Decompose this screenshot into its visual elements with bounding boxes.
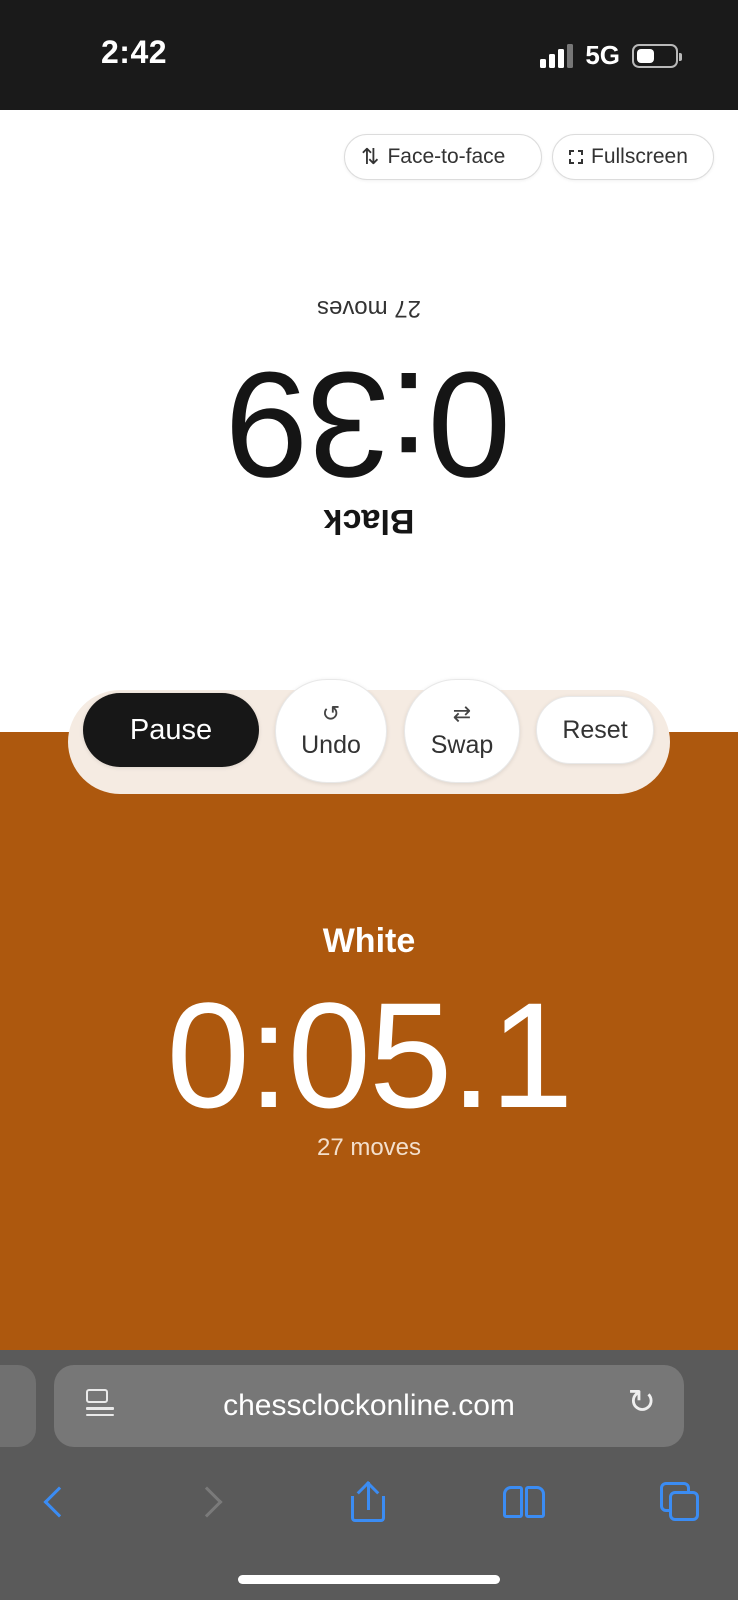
battery-icon [632, 43, 682, 68]
back-button[interactable] [24, 1472, 84, 1532]
back-icon [43, 1486, 75, 1518]
undo-button[interactable]: ↺ Undo [275, 679, 387, 783]
reset-button[interactable]: Reset [536, 696, 654, 764]
fullscreen-label: Fullscreen [591, 145, 688, 168]
network-type: 5G [585, 40, 620, 70]
previous-tab-preview[interactable] [0, 1365, 36, 1447]
undo-icon: ↺ [321, 700, 341, 726]
black-player-time: 0:39 [227, 341, 511, 509]
undo-label: Undo [301, 730, 361, 759]
home-indicator[interactable] [238, 1575, 500, 1584]
white-player-name: White [322, 922, 416, 960]
bookmarks-icon [503, 1486, 545, 1518]
url-text[interactable]: chessclockonline.com [54, 1389, 684, 1423]
pause-label: Pause [129, 713, 213, 746]
reset-label: Reset [562, 715, 628, 744]
reload-icon[interactable]: ↻ [628, 1385, 657, 1419]
bookmarks-button[interactable] [494, 1472, 554, 1532]
address-bar[interactable]: chessclockonline.com ↻ [54, 1365, 684, 1447]
face-to-face-label: Face-to-face [387, 145, 506, 168]
status-bar: 2:42 5G [0, 0, 738, 110]
share-icon [351, 1481, 385, 1522]
status-indicators: 5G [540, 40, 682, 71]
tabs-button[interactable] [650, 1472, 710, 1532]
forward-button[interactable] [182, 1472, 242, 1532]
swap-button[interactable]: ⇄ Swap [404, 679, 520, 783]
white-player-moves: 27 moves [316, 1134, 422, 1161]
signal-icon [540, 43, 574, 68]
fullscreen-button[interactable]: Fullscreen [552, 134, 714, 180]
pause-button[interactable]: Pause [83, 693, 259, 767]
swap-label: Swap [430, 730, 494, 759]
swap-vertical-icon: ⇅ [361, 144, 380, 169]
fullscreen-icon [569, 150, 583, 164]
browser-nav-row [0, 1472, 738, 1532]
status-time: 2:42 [101, 34, 168, 70]
black-player-display: Black 0:39 27 moves [0, 280, 738, 540]
share-button[interactable] [338, 1472, 398, 1532]
face-to-face-button[interactable]: ⇅ Face-to-face [344, 134, 542, 180]
swap-arrows-icon: ⇄ [452, 700, 472, 726]
black-player-moves: 27 moves [316, 295, 422, 322]
tabs-icon [660, 1482, 700, 1522]
white-player-time: 0:05.1 [166, 971, 573, 1139]
forward-icon [191, 1486, 223, 1518]
